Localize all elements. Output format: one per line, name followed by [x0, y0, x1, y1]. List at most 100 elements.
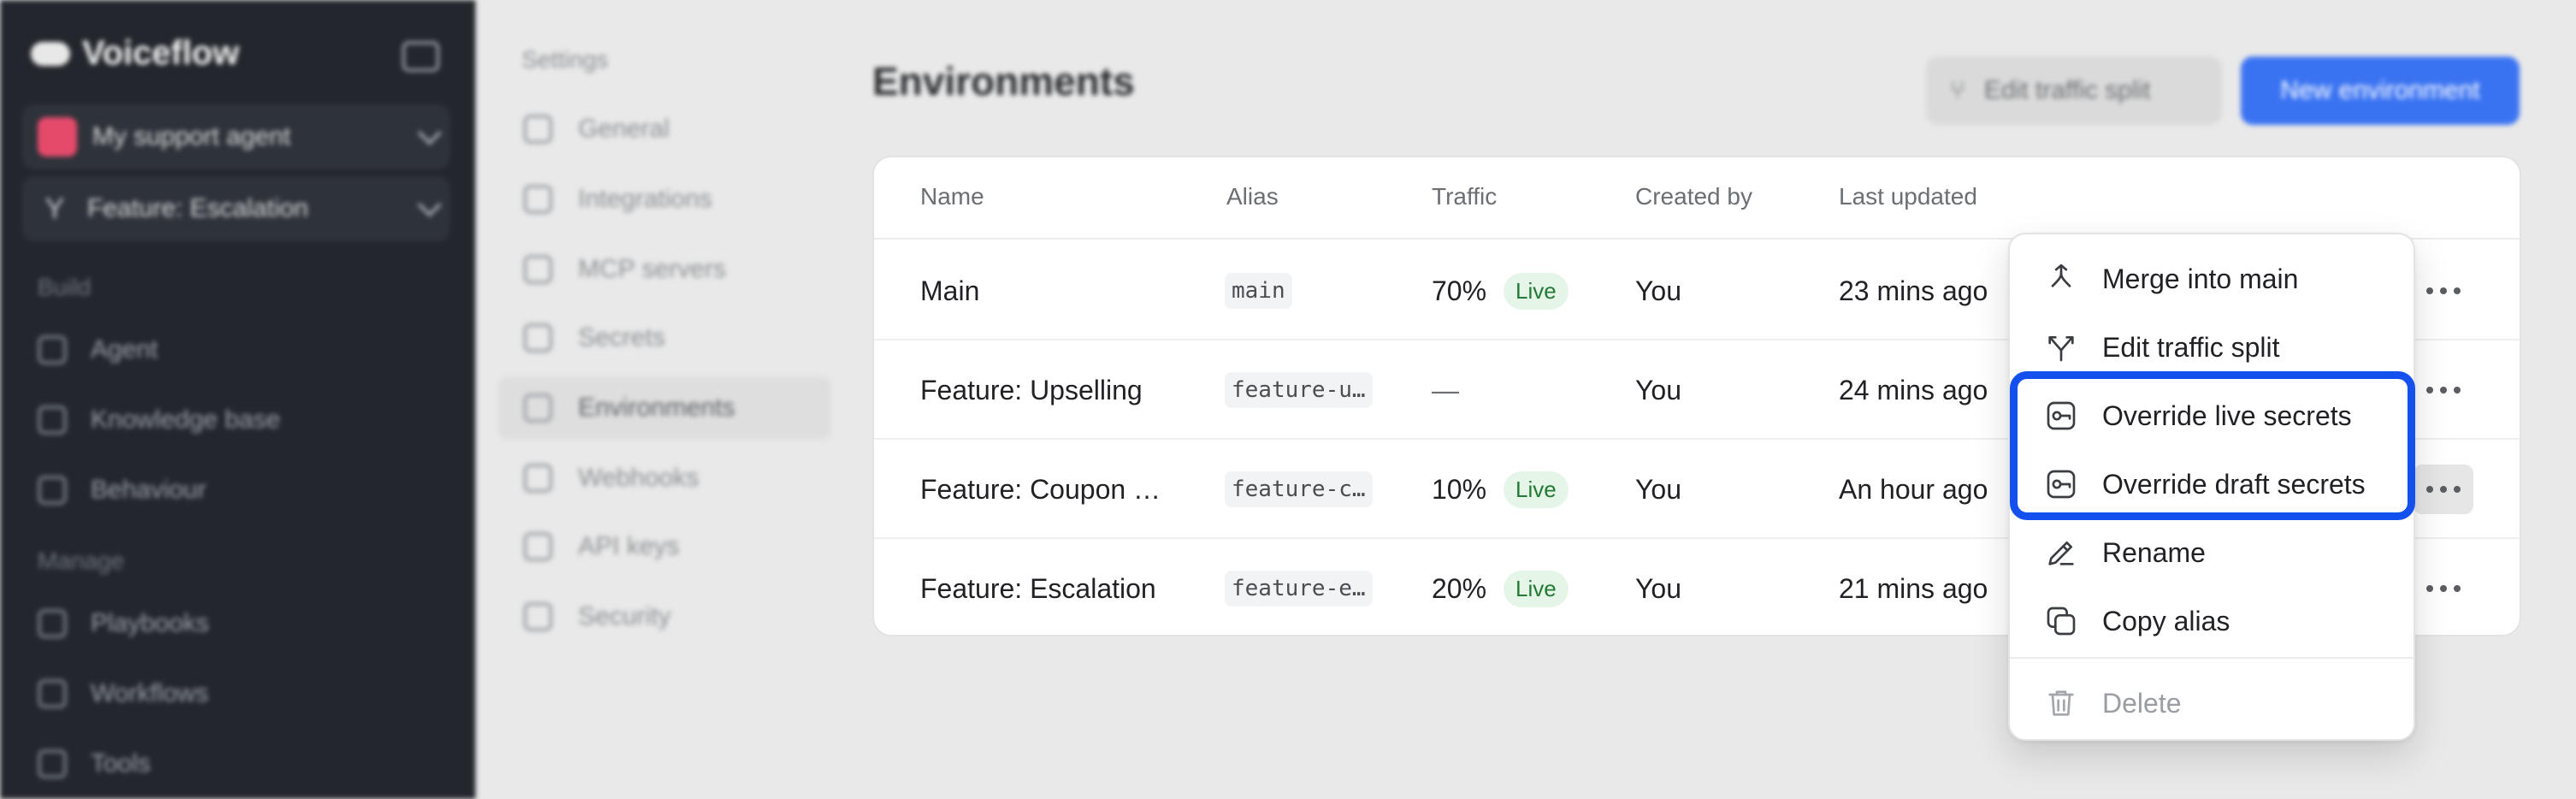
more-dots-icon: [2440, 585, 2447, 592]
column-header-alias[interactable]: Alias: [1226, 183, 1279, 210]
menu-item-merge-into-main[interactable]: Merge into main: [2010, 245, 2414, 313]
live-badge: Live: [1504, 570, 1569, 607]
settings-nav: Settings General Integrations MCP server…: [476, 0, 852, 799]
workflow-icon: [38, 679, 67, 708]
settings-item-label: MCP servers: [578, 255, 726, 283]
menu-item-delete[interactable]: Delete: [2010, 669, 2414, 737]
settings-item-security[interactable]: Security: [498, 585, 831, 648]
settings-item-environments[interactable]: Environments: [498, 376, 831, 440]
menu-item-copy-alias[interactable]: Copy alias: [2010, 587, 2414, 655]
more-dots-icon: [2440, 287, 2447, 294]
agent-switcher[interactable]: My support agent: [22, 104, 450, 169]
menu-item-label: Rename: [2102, 536, 2206, 568]
sidebar-item-knowledge-base[interactable]: Knowledge base: [38, 405, 281, 435]
more-dots-icon: [2454, 585, 2461, 592]
sidebar-item-agent[interactable]: Agent: [38, 335, 157, 364]
more-dots-icon: [2426, 287, 2433, 294]
more-dots-icon: [2454, 387, 2461, 394]
env-name: Main: [920, 275, 980, 306]
nav-section-build: Build: [38, 274, 92, 300]
key-icon: [523, 323, 552, 352]
sidebar-item-label: Workflows: [91, 679, 209, 707]
sidebar-collapse-icon[interactable]: [402, 41, 440, 72]
sidebar-item-workflows[interactable]: Workflows: [38, 679, 209, 708]
traffic-value: 10%: [1432, 473, 1487, 505]
sidebar-item-label: Playbooks: [91, 609, 210, 637]
more-dots-icon: [2426, 486, 2433, 493]
sidebar-item-label: Agent: [91, 335, 158, 364]
column-header-created-by[interactable]: Created by: [1635, 183, 1752, 210]
brand-name: Voiceflow: [82, 34, 239, 72]
brand[interactable]: Voiceflow: [31, 34, 239, 73]
lock-icon: [523, 602, 552, 631]
sidebar-item-label: Behaviour: [91, 476, 207, 504]
menu-item-label: Override live secrets: [2102, 400, 2352, 431]
traffic-value: 20%: [1432, 572, 1487, 604]
pencil-icon: [2048, 542, 2074, 565]
env-name: Feature: Upselling: [920, 374, 1143, 405]
settings-item-secrets[interactable]: Secrets: [498, 306, 831, 370]
settings-item-label: Integrations: [578, 185, 712, 213]
alias-chip[interactable]: feature-e…: [1225, 571, 1373, 607]
settings-item-general[interactable]: General: [498, 98, 831, 161]
gear-icon: [523, 115, 552, 144]
table-header: Name Alias Traffic Created by Last updat…: [874, 157, 2520, 240]
column-header-name[interactable]: Name: [920, 183, 984, 210]
row-context-menu: Merge into main Edit traffic split Overr…: [2008, 233, 2415, 741]
created-by: You: [1635, 572, 1681, 604]
menu-item-override-live-secrets[interactable]: Override live secrets: [2010, 382, 2414, 450]
more-dots-icon: [2426, 585, 2433, 592]
webhook-icon: [523, 464, 552, 493]
app-sidebar: Voiceflow My support agent Y Feature: Es…: [0, 0, 476, 799]
menu-item-override-draft-secrets[interactable]: Override draft secrets: [2010, 450, 2414, 518]
menu-item-rename[interactable]: Rename: [2010, 518, 2414, 587]
puzzle-icon: [523, 185, 552, 214]
merge-icon: [2051, 263, 2071, 287]
playbook-icon: [38, 609, 67, 638]
sidebar-item-label: Knowledge base: [91, 405, 281, 434]
settings-item-label: Webhooks: [578, 464, 700, 492]
settings-item-integrations[interactable]: Integrations: [498, 168, 831, 231]
settings-item-label: Security: [578, 602, 671, 630]
button-label: Edit traffic split: [1984, 76, 2151, 104]
sidebar-item-behaviour[interactable]: Behaviour: [38, 476, 206, 505]
edit-traffic-split-button[interactable]: ⑂ Edit traffic split: [1926, 56, 2222, 125]
column-header-traffic[interactable]: Traffic: [1432, 183, 1497, 210]
row-more-button[interactable]: [2414, 266, 2473, 316]
voiceflow-logo-icon: [31, 41, 70, 66]
settings-title: Settings: [522, 46, 609, 73]
last-updated: An hour ago: [1839, 473, 1988, 505]
settings-item-webhooks[interactable]: Webhooks: [498, 447, 831, 510]
chevron-down-icon: [417, 192, 442, 217]
traffic-value: 70%: [1432, 275, 1487, 306]
alias-chip[interactable]: feature-c…: [1225, 471, 1373, 507]
book-icon: [38, 405, 67, 435]
live-badge: Live: [1504, 471, 1569, 508]
new-environment-button[interactable]: New environment: [2241, 56, 2520, 125]
settings-item-label: Environments: [578, 394, 736, 422]
alias-chip[interactable]: feature-u…: [1225, 372, 1373, 408]
server-icon: [523, 255, 552, 284]
settings-item-mcp-servers[interactable]: MCP servers: [498, 238, 831, 301]
environment-switcher[interactable]: Y Feature: Escalation: [22, 176, 450, 241]
more-dots-icon: [2426, 387, 2433, 394]
row-more-button[interactable]: [2414, 365, 2473, 415]
button-label: New environment: [2280, 76, 2480, 104]
row-more-button[interactable]: [2414, 465, 2473, 514]
alias-chip[interactable]: main: [1225, 273, 1292, 309]
env-name: Feature: Coupon …: [920, 473, 1161, 505]
sidebar-item-tools[interactable]: Tools: [38, 749, 151, 778]
menu-item-label: Edit traffic split: [2102, 331, 2280, 363]
row-more-button[interactable]: [2414, 564, 2473, 613]
more-dots-icon: [2440, 486, 2447, 493]
branch-icon: Y: [44, 192, 65, 225]
menu-item-label: Override draft secrets: [2102, 468, 2366, 500]
sidebar-item-playbooks[interactable]: Playbooks: [38, 609, 209, 638]
settings-item-api-keys[interactable]: API keys: [498, 515, 831, 578]
split-icon: ⑂: [1950, 76, 1965, 104]
menu-item-edit-traffic-split[interactable]: Edit traffic split: [2010, 313, 2414, 382]
nav-section-manage: Manage: [38, 547, 125, 574]
behaviour-icon: [38, 476, 67, 505]
created-by: You: [1635, 374, 1681, 405]
column-header-last-updated[interactable]: Last updated: [1839, 183, 1977, 210]
